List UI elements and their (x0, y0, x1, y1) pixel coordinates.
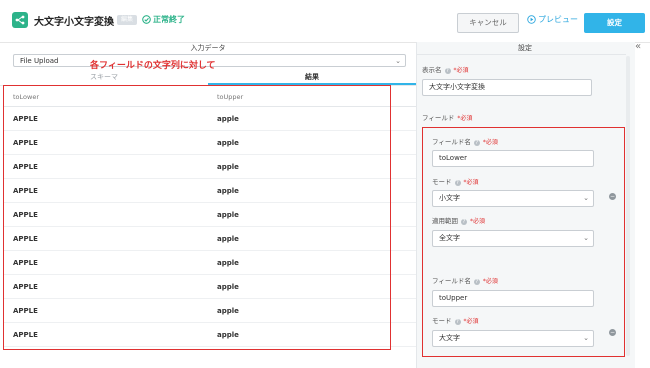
status-indicator: 正常終了 (142, 14, 185, 26)
check-circle-icon (142, 15, 151, 26)
preview-label: プレビュー (538, 15, 578, 24)
highlight-box-fields (422, 127, 625, 357)
divider (416, 54, 626, 55)
help-icon[interactable]: ? (444, 68, 451, 74)
cancel-button[interactable]: キャンセル (457, 13, 519, 33)
collapse-icon[interactable]: « (635, 41, 641, 52)
required-marker: *必須 (453, 67, 469, 74)
display-name-label: 表示名? *必須 (422, 64, 469, 74)
fields-label: フィールド *必須 (422, 112, 472, 122)
display-name-label-text: 表示名 (422, 66, 442, 74)
annotation-text: 各フィールドの文字列に対して (90, 61, 216, 71)
play-circle-icon (527, 15, 536, 26)
scrollbar[interactable] (626, 56, 630, 356)
chevron-down-icon: ⌄ (395, 57, 401, 65)
tab-schema[interactable]: スキーマ (0, 72, 208, 82)
page-title: 大文字小文字変換 (34, 17, 114, 28)
settings-button[interactable]: 設定 (584, 13, 645, 33)
input-data-title: 入力データ (190, 44, 226, 52)
display-name-input[interactable]: 大文字小文字変換 (422, 79, 592, 96)
tab-result[interactable]: 結果 (208, 72, 416, 82)
preview-button[interactable]: プレビュー (527, 14, 578, 26)
edit-badge: 編集 (117, 15, 138, 25)
required-marker: *必須 (457, 115, 473, 122)
source-select-value: File Upload (20, 57, 59, 65)
fields-label-text: フィールド (422, 114, 455, 122)
app-icon (12, 12, 28, 28)
settings-panel-title: 設定 (518, 44, 532, 52)
highlight-box-results (3, 85, 391, 350)
status-text: 正常終了 (153, 15, 185, 24)
